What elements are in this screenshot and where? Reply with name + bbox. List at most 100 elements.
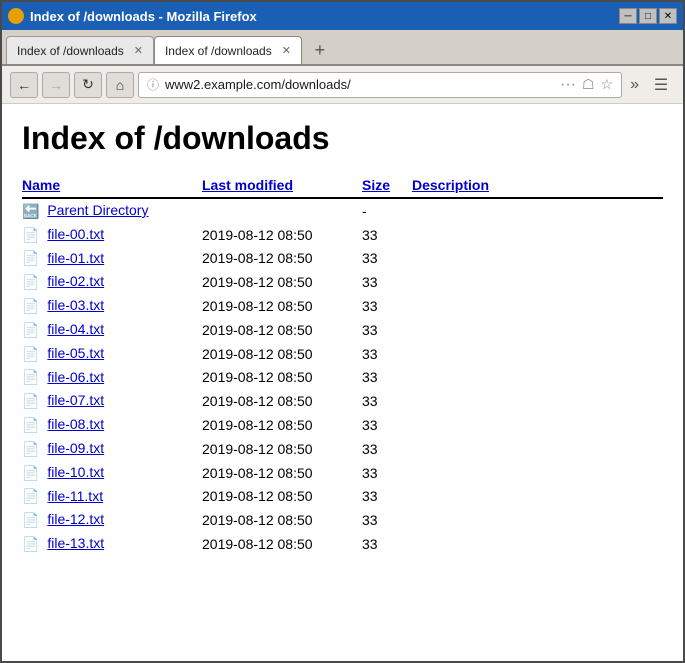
tab-1-close[interactable]: ✕: [134, 44, 143, 57]
file-icon: 📄: [22, 465, 39, 482]
table-row: 📄 file-00.txt 2019-08-12 08:50 33: [22, 223, 663, 247]
title-bar: Index of /downloads - Mozilla Firefox ─ …: [2, 2, 683, 30]
file-size: 33: [362, 461, 412, 485]
file-description: [412, 223, 663, 247]
file-link[interactable]: file-13.txt: [47, 535, 104, 551]
file-icon: 📄: [22, 274, 39, 291]
file-modified: 2019-08-12 08:50: [202, 366, 362, 390]
file-size: 33: [362, 294, 412, 318]
file-size: 33: [362, 318, 412, 342]
file-link[interactable]: file-08.txt: [47, 416, 104, 432]
file-link[interactable]: file-06.txt: [47, 369, 104, 385]
file-icon: 📄: [22, 512, 39, 529]
file-modified: 2019-08-12 08:50: [202, 318, 362, 342]
header-size: Size: [362, 173, 412, 198]
page-content: Index of /downloads Name Last modified S…: [2, 104, 683, 661]
sort-by-name-link[interactable]: Name: [22, 177, 60, 193]
file-link[interactable]: file-01.txt: [47, 250, 104, 266]
file-name-cell: 📄 file-03.txt: [22, 294, 202, 318]
table-row: 📄 file-02.txt 2019-08-12 08:50 33: [22, 270, 663, 294]
table-row: 📄 file-11.txt 2019-08-12 08:50 33: [22, 485, 663, 509]
file-link[interactable]: file-09.txt: [47, 440, 104, 456]
file-link[interactable]: file-11.txt: [47, 488, 103, 504]
window-controls: ─ □ ✕: [619, 8, 677, 24]
file-modified: 2019-08-12 08:50: [202, 294, 362, 318]
file-name-cell: 📄 file-00.txt: [22, 223, 202, 247]
table-row: 📄 file-10.txt 2019-08-12 08:50 33: [22, 461, 663, 485]
file-size: 33: [362, 270, 412, 294]
sort-by-description-link[interactable]: Description: [412, 177, 489, 193]
hamburger-menu-icon[interactable]: ☰: [647, 72, 675, 98]
tab-1[interactable]: Index of /downloads ✕: [6, 36, 154, 64]
file-size: 33: [362, 413, 412, 437]
new-tab-button[interactable]: +: [306, 36, 334, 64]
file-link[interactable]: file-05.txt: [47, 345, 104, 361]
minimize-button[interactable]: ─: [619, 8, 637, 24]
title-bar-left: Index of /downloads - Mozilla Firefox: [8, 8, 257, 24]
file-modified: 2019-08-12 08:50: [202, 508, 362, 532]
file-name-cell: 📄 file-09.txt: [22, 437, 202, 461]
file-link[interactable]: file-10.txt: [47, 464, 104, 480]
firefox-icon: [8, 8, 24, 24]
security-icon: ⓘ: [147, 76, 159, 93]
file-icon: 📄: [22, 441, 39, 458]
file-link[interactable]: file-12.txt: [47, 511, 104, 527]
file-icon: 📄: [22, 488, 39, 505]
file-icon: 📄: [22, 322, 39, 339]
table-row: 📄 file-04.txt 2019-08-12 08:50 33: [22, 318, 663, 342]
file-link[interactable]: file-02.txt: [47, 273, 104, 289]
file-name-cell: 📄 file-06.txt: [22, 366, 202, 390]
file-description: [412, 318, 663, 342]
maximize-button[interactable]: □: [639, 8, 657, 24]
address-bar[interactable]: ⓘ www2.example.com/downloads/ ··· ☖ ☆: [138, 72, 622, 98]
file-description: [412, 508, 663, 532]
forward-button[interactable]: →: [42, 72, 70, 98]
chevron-right-icon[interactable]: »: [626, 74, 643, 96]
reload-button[interactable]: ↻: [74, 72, 102, 98]
table-row: 📄 file-12.txt 2019-08-12 08:50 33: [22, 508, 663, 532]
parent-dir-size: -: [362, 198, 412, 223]
tab-2[interactable]: Index of /downloads ✕: [154, 36, 302, 64]
table-row: 📄 file-13.txt 2019-08-12 08:50 33: [22, 532, 663, 556]
close-button[interactable]: ✕: [659, 8, 677, 24]
page-title: Index of /downloads: [22, 120, 663, 157]
file-link[interactable]: file-07.txt: [47, 392, 104, 408]
parent-dir-cell: 🔙 Parent Directory: [22, 198, 202, 223]
file-modified: 2019-08-12 08:50: [202, 437, 362, 461]
url-text: www2.example.com/downloads/: [165, 77, 554, 92]
file-link[interactable]: file-04.txt: [47, 321, 104, 337]
sort-by-modified-link[interactable]: Last modified: [202, 177, 293, 193]
table-row: 📄 file-01.txt 2019-08-12 08:50 33: [22, 247, 663, 271]
header-name: Name: [22, 173, 202, 198]
file-icon: 📄: [22, 393, 39, 410]
file-name-cell: 📄 file-04.txt: [22, 318, 202, 342]
parent-dir-description: [412, 198, 663, 223]
file-link[interactable]: file-00.txt: [47, 226, 104, 242]
file-modified: 2019-08-12 08:50: [202, 532, 362, 556]
file-name-cell: 📄 file-05.txt: [22, 342, 202, 366]
tab-2-close[interactable]: ✕: [282, 44, 291, 57]
table-row: 📄 file-06.txt 2019-08-12 08:50 33: [22, 366, 663, 390]
file-modified: 2019-08-12 08:50: [202, 389, 362, 413]
directory-table: Name Last modified Size Description: [22, 173, 663, 556]
back-button[interactable]: ←: [10, 72, 38, 98]
file-modified: 2019-08-12 08:50: [202, 461, 362, 485]
parent-dir-icon: 🔙: [22, 203, 39, 220]
file-name-cell: 📄 file-01.txt: [22, 247, 202, 271]
file-modified: 2019-08-12 08:50: [202, 270, 362, 294]
file-description: [412, 413, 663, 437]
file-description: [412, 247, 663, 271]
file-description: [412, 389, 663, 413]
file-name-cell: 📄 file-08.txt: [22, 413, 202, 437]
table-row: 📄 file-09.txt 2019-08-12 08:50 33: [22, 437, 663, 461]
nav-extra-buttons: » ☰: [626, 72, 675, 98]
parent-directory-link[interactable]: Parent Directory: [47, 202, 148, 218]
file-description: [412, 485, 663, 509]
home-button[interactable]: ⌂: [106, 72, 134, 98]
file-modified: 2019-08-12 08:50: [202, 223, 362, 247]
file-icon: 📄: [22, 346, 39, 363]
file-description: [412, 437, 663, 461]
file-link[interactable]: file-03.txt: [47, 297, 104, 313]
sort-by-size-link[interactable]: Size: [362, 177, 390, 193]
table-row: 📄 file-08.txt 2019-08-12 08:50 33: [22, 413, 663, 437]
